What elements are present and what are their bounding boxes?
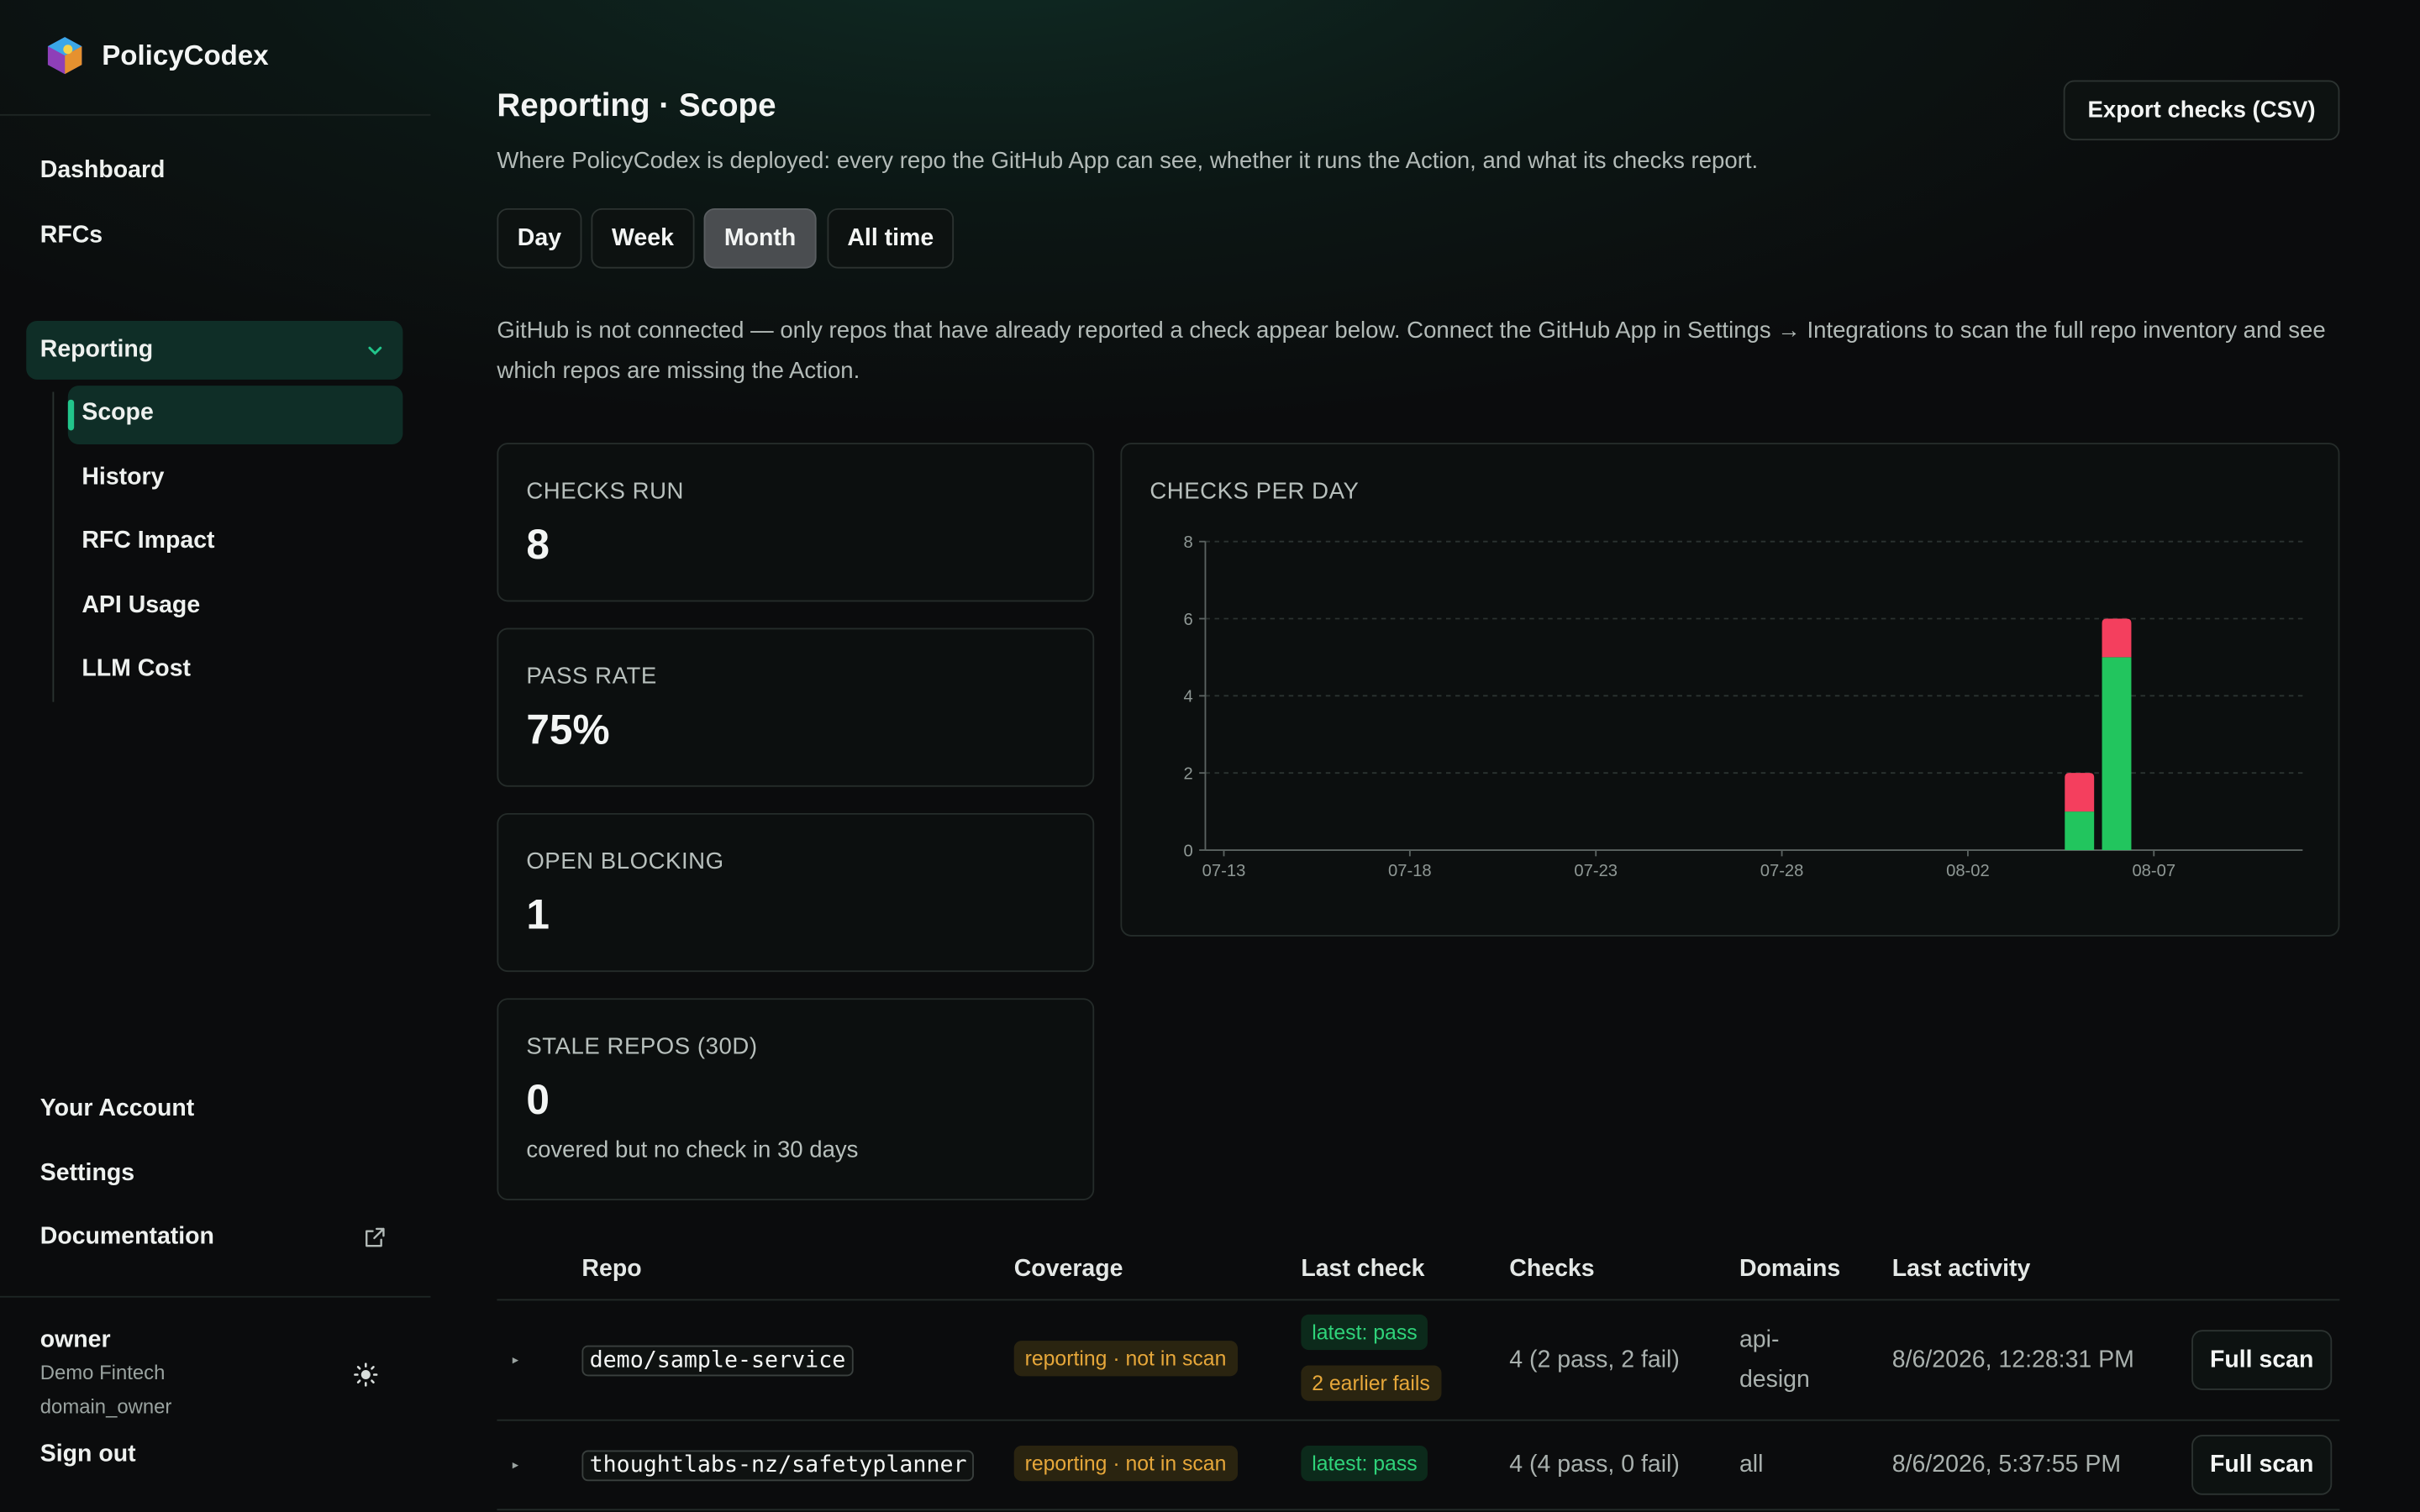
- sidebar-group-label: Reporting: [39, 336, 154, 363]
- stat-label: CHECKS RUN: [526, 478, 685, 505]
- checks-per-day-chart: CHECKS PER DAY 0 2 4 6 8 07-13 07-18 07-23 07-28…: [1120, 443, 2340, 937]
- sidebar-divider-bottom: [0, 1295, 431, 1298]
- stat-label: OPEN BLOCKING: [526, 848, 724, 875]
- domains: api-: [1739, 1326, 1780, 1353]
- sidebar-item-rfc-impact[interactable]: RFC Impact: [82, 528, 214, 555]
- table-header-divider: [497, 1299, 2340, 1301]
- stat-label: PASS RATE: [526, 663, 657, 690]
- last-activity: 8/6/2026, 12:28:31 PM: [1891, 1347, 2134, 1373]
- stat-value: 75%: [526, 706, 610, 753]
- checks-count: 4 (2 pass, 2 fail): [1509, 1347, 1680, 1373]
- stat-note: covered but no check in 30 days: [526, 1137, 859, 1163]
- checks-count: 4 (4 pass, 0 fail): [1509, 1452, 1680, 1478]
- bar-segment-fail: [2102, 618, 2132, 658]
- last-check-badge: latest: pass: [1301, 1314, 1428, 1351]
- column-header-coverage[interactable]: Coverage: [1014, 1256, 1123, 1284]
- y-tick-label: 0: [1184, 842, 1193, 860]
- table-row-divider: [497, 1419, 2340, 1421]
- repo-name[interactable]: demo/sample-service: [581, 1345, 854, 1377]
- sidebar-item-documentation[interactable]: Documentation: [40, 1224, 214, 1252]
- column-header-last-check[interactable]: Last check: [1301, 1256, 1424, 1284]
- chart-plot: 0 2 4 6 8 07-13 07-18 07-23 07-28 08-02 08-07: [1184, 533, 2303, 880]
- export-checks-button[interactable]: Export checks (CSV): [2063, 80, 2340, 141]
- coverage-badge: reporting · not in scan: [1013, 1445, 1238, 1482]
- policycodex-logo-icon: [43, 34, 86, 76]
- x-tick-label: 07-18: [1388, 862, 1432, 880]
- last-activity: 8/6/2026, 5:37:55 PM: [1891, 1452, 2122, 1478]
- x-tick-label: 07-28: [1760, 862, 1804, 880]
- stat-label: STALE REPOS (30D): [526, 1033, 758, 1060]
- bar-segment-pass: [2065, 811, 2095, 851]
- sidebar-item-settings[interactable]: Settings: [40, 1160, 134, 1188]
- full-scan-button[interactable]: Full scan: [2191, 1330, 2333, 1390]
- user-role: domain_owner: [39, 1394, 172, 1418]
- sidebar-item-llm-cost[interactable]: LLM Cost: [82, 656, 191, 684]
- app-root: PolicyCodex Dashboard RFCs Reporting Sco…: [0, 0, 2420, 1512]
- theme-toggle-sun-icon[interactable]: [354, 1362, 378, 1387]
- repo-name[interactable]: thoughtlabs-nz/safetyplanner: [581, 1450, 975, 1482]
- sidebar-item-rfcs[interactable]: RFCs: [40, 222, 103, 249]
- y-tick-label: 4: [1184, 688, 1193, 706]
- sidebar-item-history[interactable]: History: [82, 465, 164, 492]
- range-month-button[interactable]: Month: [703, 207, 817, 269]
- table-row-divider: [497, 1509, 2340, 1511]
- stat-value: 0: [526, 1077, 550, 1124]
- sidebar-group-reporting[interactable]: Reporting: [26, 321, 403, 380]
- full-scan-button[interactable]: Full scan: [2191, 1435, 2333, 1495]
- sidebar-divider: [0, 113, 431, 116]
- sign-out-link[interactable]: Sign out: [40, 1441, 136, 1468]
- y-tick-label: 8: [1184, 533, 1193, 552]
- page-title: Reporting · Scope: [497, 87, 776, 123]
- sidebar-item-your-account[interactable]: Your Account: [40, 1095, 194, 1123]
- sidebar-item-api-usage[interactable]: API Usage: [82, 592, 200, 620]
- brand[interactable]: PolicyCodex: [43, 34, 269, 76]
- earlier-fails-badge: 2 earlier fails: [1301, 1365, 1441, 1401]
- user-org: Demo Fintech: [39, 1360, 166, 1384]
- active-indicator: [67, 399, 75, 431]
- external-link-icon[interactable]: [364, 1226, 386, 1248]
- sidebar: PolicyCodex Dashboard RFCs Reporting Sco…: [0, 0, 431, 1512]
- page-description: Where PolicyCodex is deployed: every rep…: [497, 148, 1759, 175]
- stat-card-checks-run: CHECKS RUN 8: [497, 443, 1095, 602]
- brand-name: PolicyCodex: [102, 39, 269, 71]
- column-header-checks[interactable]: Checks: [1509, 1256, 1594, 1284]
- stat-value: 1: [526, 891, 550, 938]
- stat-card-open-blocking: OPEN BLOCKING 1: [497, 812, 1095, 973]
- column-header-domains[interactable]: Domains: [1739, 1256, 1840, 1284]
- last-check-badge: latest: pass: [1301, 1445, 1428, 1482]
- bar-segment-pass: [2102, 657, 2132, 851]
- range-day-button[interactable]: Day: [497, 207, 582, 269]
- column-header-repo[interactable]: Repo: [581, 1256, 641, 1284]
- range-week-button[interactable]: Week: [591, 207, 695, 269]
- x-tick-label: 08-02: [1946, 862, 1990, 880]
- stat-card-pass-rate: PASS RATE 75%: [497, 627, 1095, 787]
- domains: all: [1739, 1452, 1764, 1478]
- column-header-last-activity[interactable]: Last activity: [1892, 1256, 2031, 1284]
- expand-row-caret-icon[interactable]: ▸: [513, 1458, 518, 1473]
- x-tick-label: 07-23: [1574, 862, 1618, 880]
- sidebar-item-scope[interactable]: Scope: [82, 400, 153, 428]
- chevron-down-icon: [368, 346, 382, 355]
- user-name: owner: [39, 1326, 111, 1353]
- sidebar-sub-divider: [52, 391, 55, 702]
- domains: design: [1739, 1367, 1810, 1394]
- coverage-badge: reporting · not in scan: [1013, 1341, 1238, 1377]
- y-tick-label: 2: [1184, 765, 1193, 784]
- range-all-time-button[interactable]: All time: [827, 207, 955, 269]
- stat-card-stale-repos: STALE REPOS (30D) 0 covered but no check…: [497, 998, 1095, 1200]
- x-tick-label: 07-13: [1202, 862, 1246, 880]
- github-not-connected-notice: GitHub is not connected — only repos tha…: [497, 318, 2326, 385]
- bar-segment-fail: [2065, 773, 2095, 812]
- y-tick-label: 6: [1184, 611, 1193, 629]
- stat-value: 8: [526, 521, 550, 568]
- expand-row-caret-icon[interactable]: ▸: [513, 1353, 518, 1368]
- x-tick-label: 08-07: [2132, 862, 2175, 880]
- sidebar-item-dashboard[interactable]: Dashboard: [40, 157, 166, 185]
